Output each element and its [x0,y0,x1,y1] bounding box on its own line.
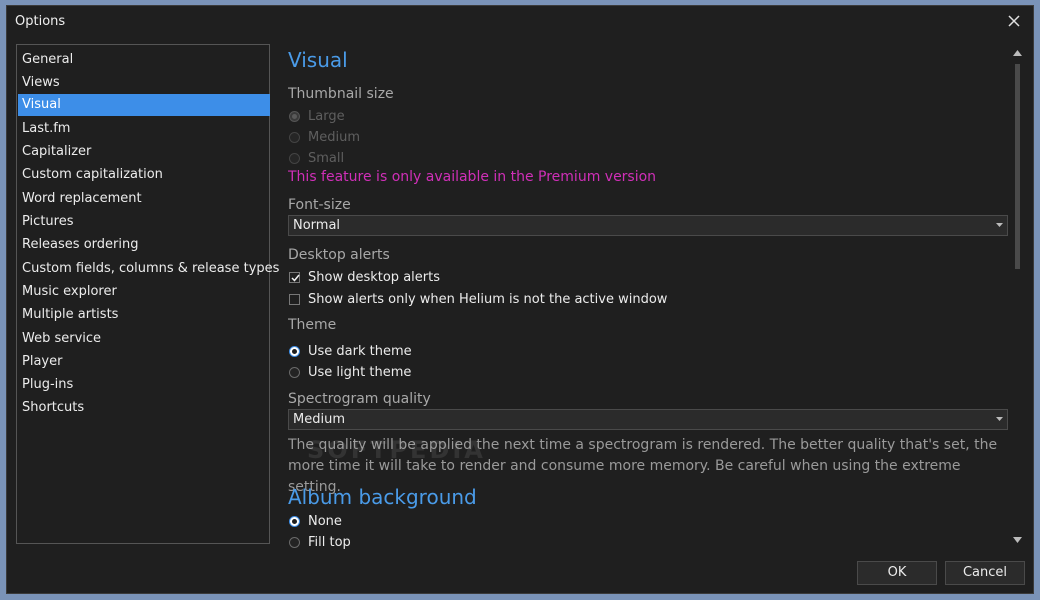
spectrogram-quality-value: Medium [293,412,345,427]
theme-title: Theme [288,317,337,333]
desktop-alerts-title: Desktop alerts [288,247,390,263]
light-theme-radio[interactable]: Use light theme [288,365,411,380]
sidebar-item-word-replacement[interactable]: Word replacement [18,188,270,210]
radio-indicator [289,111,300,122]
sidebar-item-web-service[interactable]: Web service [18,328,270,350]
thumbnail-small-radio[interactable]: Small [288,151,344,166]
scroll-up-arrow-icon[interactable] [1013,50,1022,56]
font-size-title: Font-size [288,197,351,213]
radio-label: Large [308,109,345,124]
thumbnail-size-title: Thumbnail size [288,86,394,102]
chevron-down-icon [996,223,1003,227]
sidebar-item-custom-capitalization[interactable]: Custom capitalization [18,164,270,186]
sidebar-item-music-explorer[interactable]: Music explorer [18,281,270,303]
alerts-inactive-only-checkbox[interactable]: Show alerts only when Helium is not the … [288,292,667,307]
radio-indicator [289,132,300,143]
checkbox-indicator [289,294,300,305]
show-desktop-alerts-checkbox[interactable]: Show desktop alerts [288,270,440,285]
sidebar-item-player[interactable]: Player [18,351,270,373]
sidebar-item-views[interactable]: Views [18,72,270,94]
sidebar-item-custom-fields[interactable]: Custom fields, columns & release types [18,258,279,280]
checkbox-indicator [289,272,300,283]
radio-label: Medium [308,130,360,145]
sidebar-item-visual[interactable]: Visual [18,94,270,116]
sidebar-item-plug-ins[interactable]: Plug-ins [18,374,270,396]
radio-label: Use dark theme [308,344,412,359]
visual-settings-panel: Visual Thumbnail size Large Medium Small… [288,44,1010,554]
sidebar-item-capitalizer[interactable]: Capitalizer [18,141,270,163]
sidebar-item-releases-ordering[interactable]: Releases ordering [18,234,270,256]
sidebar-item-lastfm[interactable]: Last.fm [18,118,270,140]
sidebar-item-shortcuts[interactable]: Shortcuts [18,397,270,419]
cancel-button[interactable]: Cancel [945,561,1025,585]
sidebar-item-multiple-artists[interactable]: Multiple artists [18,304,270,326]
album-background-heading: Album background [288,485,477,509]
radio-label: Fill top [308,535,351,550]
window-title: Options [15,14,66,29]
close-icon [1008,15,1020,27]
dark-theme-radio[interactable]: Use dark theme [288,344,412,359]
radio-indicator [289,537,300,548]
check-icon [291,274,300,282]
font-size-dropdown[interactable]: Normal [288,215,1008,236]
content-scrollbar[interactable] [1010,44,1026,554]
radio-label: None [308,514,342,529]
thumbnail-medium-radio[interactable]: Medium [288,130,360,145]
ok-button[interactable]: OK [857,561,937,585]
radio-label: Small [308,151,345,166]
title-bar: Options [7,6,1033,36]
album-background-none-radio[interactable]: None [288,514,342,529]
sidebar-item-general[interactable]: General [18,49,270,71]
radio-indicator [289,346,300,357]
radio-label: Use light theme [308,365,412,380]
thumbnail-large-radio[interactable]: Large [288,109,345,124]
checkbox-label: Show desktop alerts [308,270,440,285]
options-category-list: General Views Visual Last.fm Capitalizer… [16,44,279,544]
page-title: Visual [288,48,348,72]
sidebar-item-pictures[interactable]: Pictures [18,211,270,233]
spectrogram-quality-dropdown[interactable]: Medium [288,409,1008,430]
spectrogram-quality-title: Spectrogram quality [288,391,431,407]
options-window: Options General Views Visual Last.fm Cap… [6,5,1034,594]
album-background-fill-top-radio[interactable]: Fill top [288,535,351,550]
radio-indicator [289,367,300,378]
radio-indicator [289,153,300,164]
scroll-down-arrow-icon[interactable] [1013,537,1022,543]
font-size-value: Normal [293,218,341,233]
close-button[interactable] [1003,10,1025,32]
scrollbar-thumb[interactable] [1015,64,1020,269]
radio-indicator [289,516,300,527]
chevron-down-icon [996,417,1003,421]
checkbox-label: Show alerts only when Helium is not the … [308,292,668,307]
premium-notice: This feature is only available in the Pr… [288,169,657,185]
